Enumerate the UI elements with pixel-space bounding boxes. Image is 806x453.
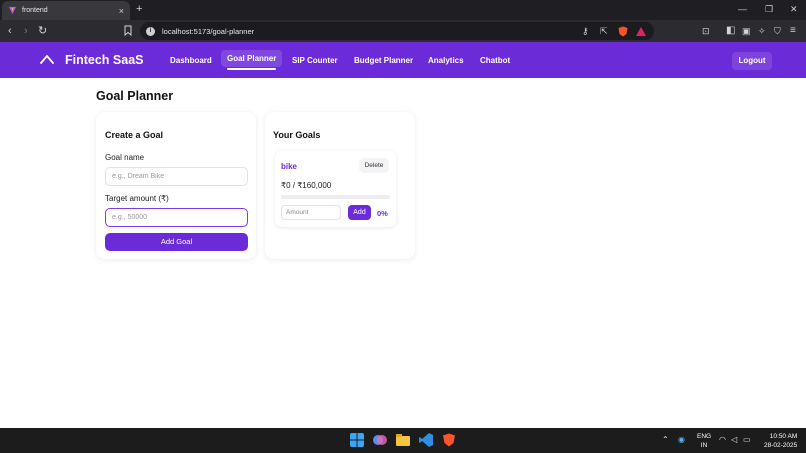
brave-taskbar-icon[interactable] — [442, 433, 456, 447]
vite-favicon-icon — [8, 6, 17, 15]
back-icon[interactable]: ‹ — [8, 24, 12, 38]
add-contribution-button[interactable]: Add — [348, 205, 371, 220]
nav-budget-planner[interactable]: Budget Planner — [354, 56, 413, 65]
reload-icon[interactable]: ↻ — [38, 24, 47, 38]
target-amount-label: Target amount (₹) — [105, 194, 169, 203]
language-indicator[interactable]: ENG IN — [697, 432, 711, 450]
logo-icon[interactable] — [40, 53, 54, 65]
address-bar[interactable]: i localhost:5173/goal-planner ⚷ ⇱ — [140, 22, 654, 40]
wifi-icon[interactable]: ◠ — [719, 435, 726, 444]
battery-icon[interactable]: ▭ — [743, 435, 751, 444]
vscode-icon[interactable] — [419, 433, 433, 447]
bookmark-icon[interactable] — [124, 25, 132, 36]
key-icon[interactable]: ⚷ — [582, 26, 589, 37]
goal-item: bike Delete ₹0 / ₹160,000 Add 0% — [275, 151, 396, 227]
browser-tab[interactable]: frontend × — [2, 1, 130, 20]
your-goals-title: Your Goals — [273, 130, 321, 140]
page-title: Goal Planner — [96, 89, 174, 103]
browser-tab-bar: frontend × + — ❐ ✕ — [0, 0, 806, 20]
windows-start-icon[interactable] — [350, 433, 364, 447]
goal-progress-bar — [281, 195, 390, 199]
nav-sip-counter[interactable]: SIP Counter — [292, 56, 338, 65]
nav-goal-planner[interactable]: Goal Planner — [221, 50, 283, 70]
menu-icon[interactable]: ≡ — [790, 24, 796, 38]
nav-analytics[interactable]: Analytics — [428, 56, 464, 65]
system-clock[interactable]: 10:50 AM 28-02-2025 — [764, 432, 797, 450]
goal-name: bike — [281, 162, 298, 171]
logout-button[interactable]: Logout — [732, 52, 772, 70]
window-close-icon[interactable]: ✕ — [790, 4, 798, 15]
file-explorer-icon[interactable] — [396, 433, 410, 447]
tab-title: frontend — [22, 7, 48, 14]
goal-progress-text: ₹0 / ₹160,000 — [281, 181, 332, 190]
add-goal-button[interactable]: Add Goal — [105, 233, 248, 251]
app-navbar: Fintech SaaS Dashboard Goal Planner SIP … — [0, 42, 806, 78]
delete-goal-button[interactable]: Delete — [359, 158, 389, 173]
create-goal-title: Create a Goal — [105, 130, 164, 140]
contribution-amount-input[interactable] — [281, 205, 341, 220]
vpn-icon[interactable]: ⛉ — [774, 24, 781, 38]
goal-name-label: Goal name — [105, 153, 145, 162]
brave-rewards-icon[interactable] — [636, 27, 646, 36]
site-info-icon[interactable]: i — [146, 26, 155, 36]
sidebar-icon[interactable]: ◧ — [726, 24, 735, 38]
screenshot-icon[interactable]: ⊡ — [702, 24, 710, 38]
share-icon[interactable]: ⇱ — [600, 26, 608, 37]
wallet-icon[interactable]: ▣ — [742, 24, 751, 38]
tab-close-icon[interactable]: × — [119, 6, 124, 16]
language-code: ENG — [697, 433, 712, 440]
region-code: IN — [700, 442, 708, 449]
goal-name-input[interactable] — [105, 167, 248, 186]
browser-toolbar: ‹ › ↻ i localhost:5173/goal-planner ⚷ ⇱ … — [0, 20, 806, 42]
goal-percent: 0% — [377, 209, 388, 218]
nav-dashboard[interactable]: Dashboard — [170, 56, 212, 65]
tray-overflow-icon[interactable]: ⌃ — [662, 435, 669, 444]
clock-date: 28-02-2025 — [764, 442, 798, 449]
brand-name[interactable]: Fintech SaaS — [65, 53, 144, 67]
leo-ai-icon[interactable]: ✧ — [758, 24, 766, 38]
forward-icon[interactable]: › — [24, 24, 28, 38]
maximize-icon[interactable]: ❐ — [765, 4, 773, 15]
volume-icon[interactable]: ◁ — [731, 435, 737, 444]
tray-app-icon[interactable]: ◉ — [678, 435, 685, 444]
os-taskbar: ⌃ ◉ ENG IN ◠ ◁ ▭ 10:50 AM 28-02-2025 — [0, 428, 806, 453]
target-amount-input[interactable] — [105, 208, 248, 227]
clock-time: 10:50 AM — [769, 433, 798, 440]
minimize-icon[interactable]: — — [738, 4, 747, 14]
copilot-icon[interactable] — [373, 433, 387, 447]
new-tab-icon[interactable]: + — [136, 3, 142, 15]
url-text[interactable]: localhost:5173/goal-planner — [162, 27, 254, 36]
brave-shields-icon[interactable] — [618, 26, 628, 37]
nav-chatbot[interactable]: Chatbot — [480, 56, 510, 65]
